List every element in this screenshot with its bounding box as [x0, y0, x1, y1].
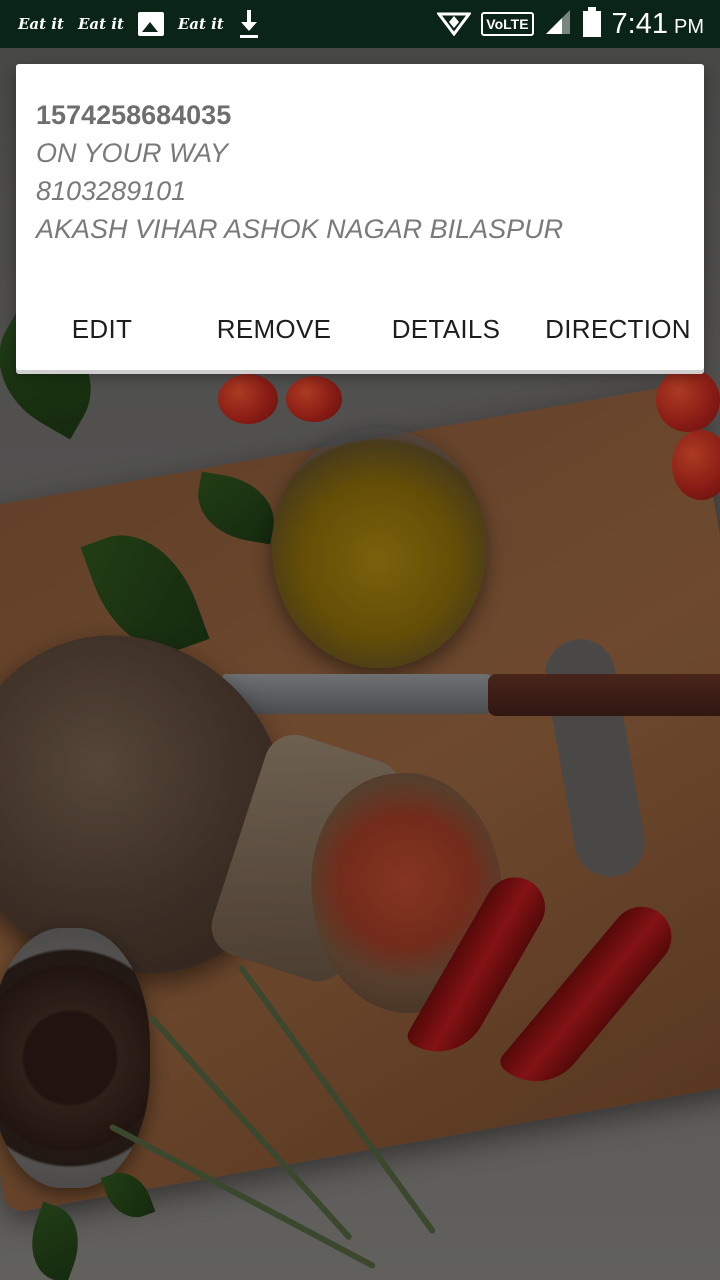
signal-icon — [544, 8, 572, 41]
card-actions: EDIT REMOVE DETAILS DIRECTION — [16, 304, 704, 354]
status-bar: Eat it Eat it Eat it VoLTE 7:41 PM — [0, 0, 720, 48]
remove-button[interactable]: REMOVE — [202, 304, 346, 354]
customer-phone: 8103289101 — [36, 176, 187, 206]
order-card[interactable]: 1574258684035 ON YOUR WAY 8103289101 AKA… — [16, 64, 704, 370]
delivery-address: AKASH VIHAR ASHOK NAGAR BILASPUR — [36, 214, 564, 244]
edit-button[interactable]: EDIT — [30, 304, 174, 354]
battery-icon — [582, 6, 602, 43]
image-icon — [137, 12, 164, 36]
system-status-icons: VoLTE 7:41 PM — [436, 0, 704, 48]
data-saver-icon — [436, 8, 473, 41]
eat-it-notification-icon: Eat it — [18, 15, 64, 33]
direction-button[interactable]: DIRECTION — [545, 304, 690, 354]
download-icon — [238, 8, 260, 40]
eat-it-notification-icon: Eat it — [77, 15, 124, 33]
volte-icon: VoLTE — [481, 12, 534, 36]
eat-it-notification-icon: Eat it — [177, 15, 224, 33]
clock-ampm: PM — [674, 15, 704, 38]
order-id: 1574258684035 — [36, 100, 232, 130]
clock-time: 7:41 — [611, 7, 668, 40]
details-button[interactable]: DETAILS — [374, 304, 518, 354]
notification-icons: Eat it Eat it Eat it — [18, 0, 260, 48]
order-status: ON YOUR WAY — [36, 138, 229, 168]
